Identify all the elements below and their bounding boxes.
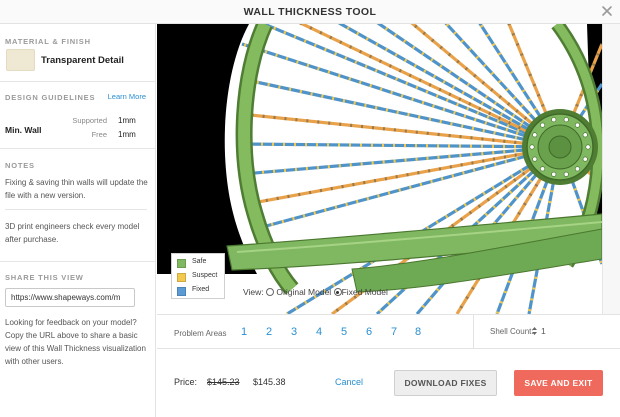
divider — [0, 148, 155, 149]
min-wall-label: Min. Wall — [5, 125, 42, 135]
guidelines-heading: DESIGN GUIDELINES — [5, 93, 96, 102]
problem-area-8[interactable]: 8 — [415, 326, 421, 338]
share-url-input[interactable] — [5, 288, 135, 307]
close-icon[interactable] — [600, 4, 614, 18]
problem-area-1[interactable]: 1 — [241, 326, 247, 338]
hub-hole — [551, 117, 557, 123]
problem-area-2[interactable]: 2 — [266, 326, 272, 338]
hub-hole — [529, 144, 535, 150]
hub-hole — [532, 132, 538, 138]
problem-area-7[interactable]: 7 — [391, 326, 397, 338]
divider — [0, 81, 155, 82]
note-text: 3D print engineers check every model aft… — [5, 222, 140, 244]
original-model-label[interactable]: Original Model — [276, 287, 331, 297]
view-selector: View: Original Model Fixed Model — [243, 287, 388, 301]
material-heading: MATERIAL & FINISH — [5, 37, 91, 46]
viewer-scrollbar[interactable] — [602, 24, 620, 314]
spoke — [240, 142, 561, 149]
problem-areas-label: Problem Areas — [174, 329, 227, 338]
supported-label: Supported — [72, 116, 107, 125]
material-name: Transparent Detail — [41, 55, 124, 66]
hub-hole — [563, 117, 569, 123]
footer: Price: $145.23 $145.38 Cancel DOWNLOAD F… — [157, 349, 620, 417]
download-fixes-button[interactable]: DOWNLOAD FIXES — [394, 370, 497, 396]
window-title: WALL THICKNESS TOOL — [243, 6, 377, 18]
free-value: 1mm — [118, 130, 136, 139]
fixed-model-label[interactable]: Fixed Model — [342, 287, 388, 297]
problem-area-3[interactable]: 3 — [291, 326, 297, 338]
learn-more-link[interactable]: Learn More — [108, 92, 146, 101]
legend-label: Safe — [192, 258, 207, 265]
sidebar: MATERIAL & FINISH Transparent Detail DES… — [0, 24, 156, 417]
legend-label: Fixed — [192, 286, 210, 293]
stepper-arrows-icon[interactable] — [531, 326, 538, 336]
fixed-swatch — [177, 287, 186, 296]
problem-area-6[interactable]: 6 — [366, 326, 372, 338]
hub-hole — [563, 171, 569, 177]
material-swatch — [6, 49, 35, 71]
supported-value: 1mm — [118, 116, 136, 125]
hub-hole — [551, 171, 557, 177]
problem-area-5[interactable]: 5 — [341, 326, 347, 338]
note-text: Fixing & saving thin walls will update t… — [5, 178, 148, 200]
legend-label: Suspect — [192, 272, 218, 279]
hub-hole — [540, 122, 546, 128]
hub-hole — [540, 166, 546, 172]
hub-hole — [585, 144, 591, 150]
hub-hole — [574, 166, 580, 172]
suspect-swatch — [177, 273, 186, 282]
title-bar: WALL THICKNESS TOOL — [0, 0, 620, 24]
safe-swatch — [177, 259, 186, 268]
problem-area-4[interactable]: 4 — [316, 326, 322, 338]
cancel-link[interactable]: Cancel — [335, 377, 363, 387]
share-description: Looking for feedback on your model? Copy… — [5, 318, 146, 366]
save-and-exit-button[interactable]: SAVE AND EXIT — [514, 370, 603, 396]
legend: Safe Suspect Fixed — [171, 253, 225, 299]
shell-count-value[interactable]: 1 — [541, 326, 546, 336]
old-price: $145.23 — [207, 377, 240, 387]
hub-hole — [532, 156, 538, 162]
new-price: $145.38 — [253, 377, 286, 387]
divider — [5, 209, 147, 210]
divider — [0, 261, 155, 262]
divider — [473, 315, 474, 349]
free-label: Free — [91, 130, 107, 139]
view-label: View: — [243, 287, 264, 297]
shell-count-label: Shell Count: — [490, 327, 534, 336]
problem-areas-bar: Problem Areas 1 2 3 4 5 6 7 8 Shell Coun… — [157, 314, 620, 349]
share-heading: SHARE THIS VIEW — [5, 273, 84, 282]
price-label: Price: — [174, 377, 198, 387]
hub-hole — [574, 122, 580, 128]
hub-hole — [582, 156, 588, 162]
notes-heading: NOTES — [5, 161, 35, 170]
hub-hole — [582, 132, 588, 138]
fixed-model-radio[interactable] — [333, 288, 342, 296]
original-model-radio[interactable] — [266, 288, 275, 296]
